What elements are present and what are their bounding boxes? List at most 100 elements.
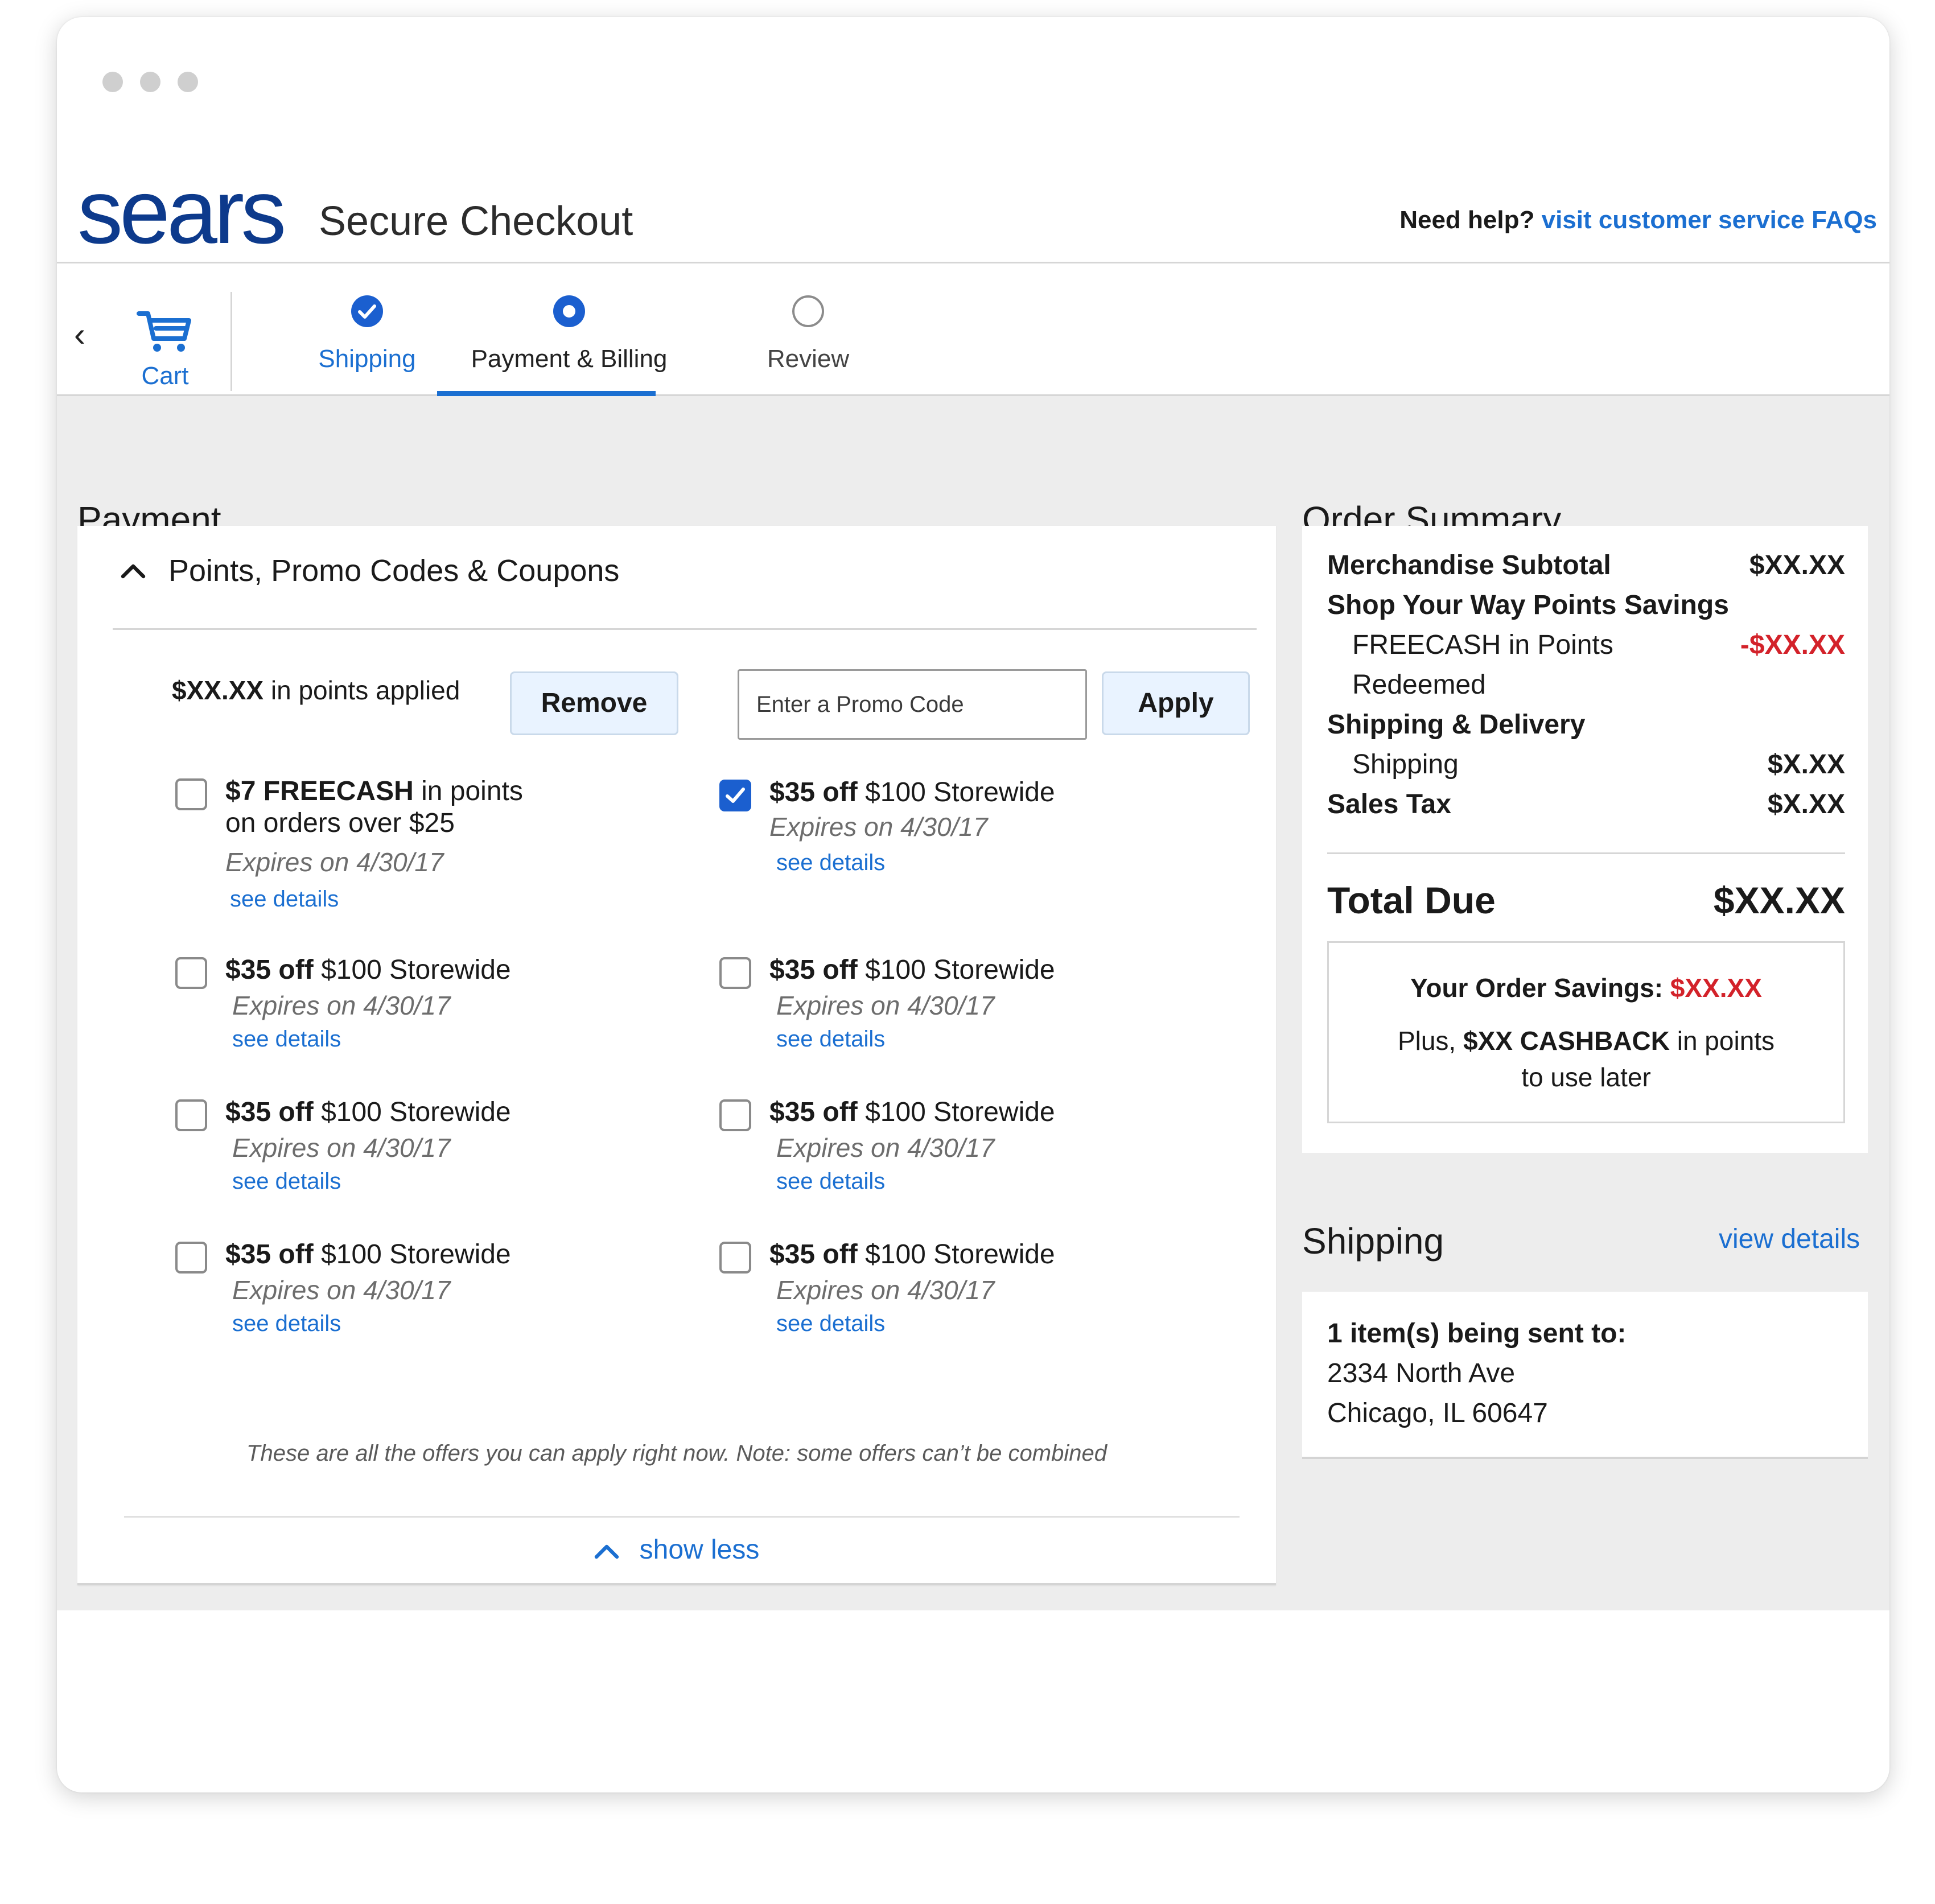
merch-subtotal-value: $XX.XX <box>1749 550 1845 580</box>
apply-promo-button[interactable]: Apply <box>1102 671 1250 735</box>
check-circle-icon <box>351 295 383 327</box>
active-step-indicator <box>437 391 656 396</box>
show-less-toggle[interactable]: show less <box>77 1534 1276 1565</box>
syw-savings-label: Shop Your Way Points Savings <box>1327 590 1729 620</box>
offer-checkbox[interactable] <box>719 1242 751 1274</box>
step-payment-billing[interactable]: Payment & Billing <box>444 294 694 373</box>
savings-value: $XX.XX <box>1670 973 1762 1003</box>
cart-icon <box>137 311 191 352</box>
step-shipping-label: Shipping <box>318 345 416 373</box>
offer-expiry: Expires on 4/30/17 <box>232 991 451 1020</box>
offer-title-rest: $100 Storewide <box>865 1239 1055 1270</box>
offer-checkbox[interactable] <box>719 957 751 989</box>
cashback-text: Plus, $XX CASHBACK in points to use late… <box>1329 1023 1843 1095</box>
promo-code-input[interactable] <box>738 669 1087 740</box>
checkout-stepper: ‹ Cart Shipping Payment & Billing Review <box>57 263 1889 396</box>
checkmark-icon <box>726 788 745 803</box>
see-details-link[interactable]: see details <box>776 1027 885 1052</box>
merch-subtotal-label: Merchandise Subtotal <box>1327 550 1611 580</box>
offer-title-rest: $100 Storewide <box>321 955 511 985</box>
browser-window: sears Secure Checkout Need help? visit c… <box>57 17 1889 1792</box>
offer-title-bold: $7 FREECASH <box>225 776 414 806</box>
customer-service-faq-link[interactable]: visit customer service FAQs <box>1542 206 1877 234</box>
items-sent-label: 1 item(s) being sent to: <box>1327 1318 1627 1349</box>
chevron-up-icon <box>121 564 146 579</box>
shipping-summary-card: 1 item(s) being sent to: 2334 North Ave … <box>1302 1292 1868 1459</box>
step-payment-label: Payment & Billing <box>471 345 668 373</box>
offer-checkbox[interactable] <box>175 1099 207 1131</box>
order-summary-card: Merchandise Subtotal $XX.XX Shop Your Wa… <box>1302 526 1868 1153</box>
offer-title-rest: $100 Storewide <box>321 1239 511 1270</box>
total-due-value: $XX.XX <box>1713 879 1845 921</box>
promo-accordion-title: Points, Promo Codes & Coupons <box>168 554 620 588</box>
total-due-label: Total Due <box>1327 879 1496 921</box>
see-details-link[interactable]: see details <box>776 1169 885 1194</box>
total-due-row: Total Due $XX.XX <box>1327 879 1845 922</box>
cart-step[interactable]: Cart <box>120 309 211 390</box>
offer-checkbox[interactable] <box>719 1099 751 1131</box>
offer-checkbox[interactable] <box>175 957 207 989</box>
sears-logo[interactable]: sears <box>77 166 286 257</box>
address-line-1: 2334 North Ave <box>1327 1358 1516 1388</box>
back-chevron-icon[interactable]: ‹ <box>74 315 85 354</box>
offers-note: These are all the offers you can apply r… <box>246 1441 1107 1466</box>
sales-tax-label: Sales Tax <box>1327 789 1451 819</box>
address-line-2: Chicago, IL 60647 <box>1327 1398 1548 1428</box>
promo-accordion-header[interactable]: Points, Promo Codes & Coupons <box>121 553 619 588</box>
see-details-link[interactable]: see details <box>232 1169 341 1194</box>
offer-title-rest: $100 Storewide <box>865 777 1055 807</box>
step-shipping[interactable]: Shipping <box>285 294 450 373</box>
active-step-icon <box>553 295 585 327</box>
show-less-label: show less <box>639 1535 760 1565</box>
see-details-link[interactable]: see details <box>232 1027 341 1052</box>
offer-title-rest: in points <box>421 776 523 806</box>
see-details-link[interactable]: see details <box>230 887 339 912</box>
offer-title-rest: $100 Storewide <box>865 1097 1055 1127</box>
offer-expiry: Expires on 4/30/17 <box>225 847 444 877</box>
summary-divider <box>1327 852 1845 854</box>
offer-title: $7 FREECASH in points <box>225 775 523 808</box>
offer-title-bold: $35 off <box>769 777 858 807</box>
offer-expiry: Expires on 4/30/17 <box>769 812 988 842</box>
chevron-up-icon <box>594 1545 619 1559</box>
offer-title: $35 off $100 Storewide <box>769 1096 1055 1129</box>
offer-title: $35 off $100 Storewide <box>225 954 511 987</box>
offer-expiry: Expires on 4/30/17 <box>232 1133 451 1163</box>
offer-title-bold: $35 off <box>769 1097 858 1127</box>
freecash-label-cont: Redeemed <box>1352 670 1486 700</box>
step-review[interactable]: Review <box>723 294 894 373</box>
remove-points-button[interactable]: Remove <box>510 671 678 735</box>
view-shipping-details-link[interactable]: view details <box>1719 1223 1860 1255</box>
offer-title: $35 off $100 Storewide <box>225 1238 511 1271</box>
offer-checkbox[interactable] <box>175 778 207 810</box>
savings-line: Your Order Savings: $XX.XX <box>1329 972 1843 1003</box>
see-details-link[interactable]: see details <box>232 1311 341 1337</box>
help-prefix: Need help? <box>1399 206 1535 234</box>
offer-title-rest: $100 Storewide <box>865 955 1055 985</box>
offer-checkbox[interactable] <box>175 1242 207 1274</box>
offer-title-bold: $35 off <box>769 1239 858 1270</box>
page-title: Secure Checkout <box>319 199 633 244</box>
offer-expiry: Expires on 4/30/17 <box>232 1275 451 1305</box>
help-text: Need help? visit customer service FAQs <box>1399 206 1877 234</box>
sales-tax-value: $X.XX <box>1767 789 1845 819</box>
cashback-line2: to use later <box>1521 1062 1651 1092</box>
offer-title-bold: $35 off <box>225 955 314 985</box>
cashback-suffix: in points <box>1677 1026 1775 1056</box>
empty-circle-icon <box>792 295 824 327</box>
points-amount: $XX.XX <box>172 675 264 705</box>
offer-title: $35 off $100 Storewide <box>769 954 1055 987</box>
offer-title-bold: $35 off <box>225 1239 314 1270</box>
offer-subtitle: on orders over $25 <box>225 808 455 838</box>
see-details-link[interactable]: see details <box>776 1311 885 1337</box>
shipping-value: $X.XX <box>1767 749 1845 780</box>
shipping-delivery-label: Shipping & Delivery <box>1327 710 1586 740</box>
offer-expiry: Expires on 4/30/17 <box>776 1133 995 1163</box>
offer-title-bold: $35 off <box>225 1097 314 1127</box>
show-less-divider <box>124 1516 1240 1518</box>
offer-title: $35 off $100 Storewide <box>225 1096 511 1129</box>
accordion-divider <box>113 628 1257 630</box>
cashback-amount: $XX CASHBACK <box>1463 1026 1670 1056</box>
offer-checkbox[interactable] <box>719 780 751 811</box>
see-details-link[interactable]: see details <box>776 850 885 876</box>
